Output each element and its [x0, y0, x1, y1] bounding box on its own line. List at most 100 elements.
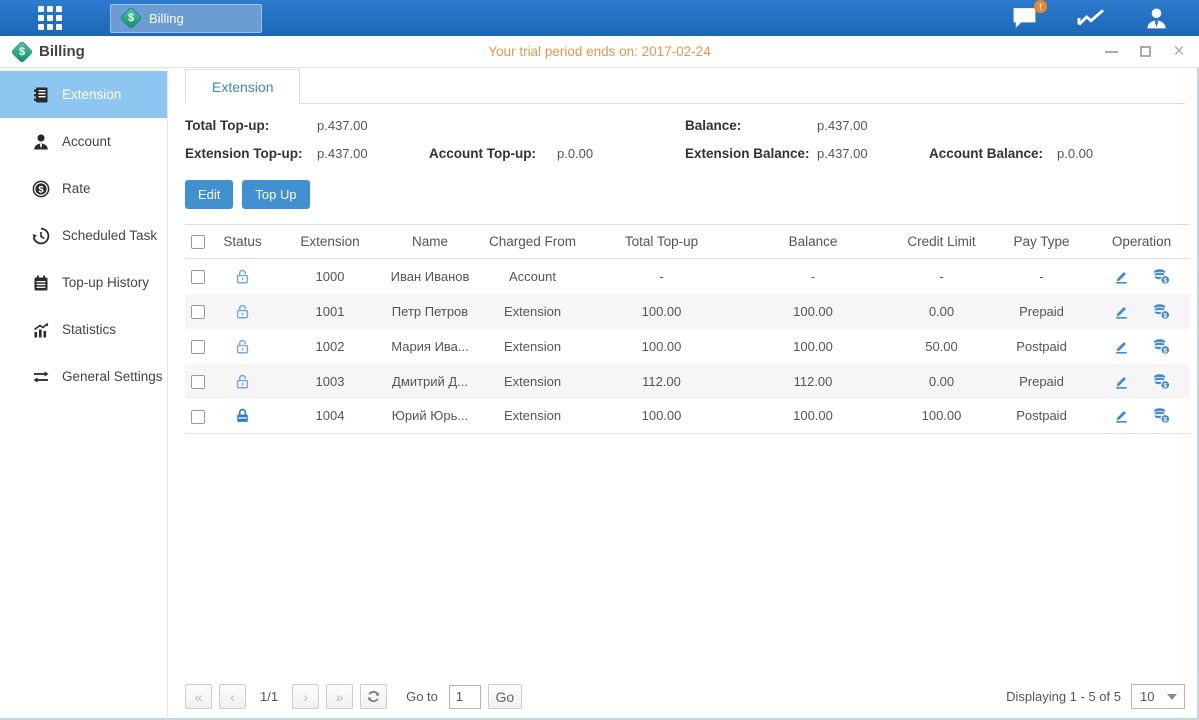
svg-text:$: $ [1163, 347, 1167, 354]
notification-badge: ! [1034, 0, 1047, 13]
first-page-button[interactable]: « [185, 684, 212, 709]
total-topup-label: Total Top-up: [185, 118, 317, 133]
scheduled-task-icon [31, 227, 50, 245]
refresh-icon[interactable] [360, 684, 387, 709]
lock-open-icon[interactable] [234, 268, 251, 285]
sidebar-item-statistics[interactable]: Statistics [0, 306, 167, 353]
lock-closed-icon[interactable] [234, 407, 251, 424]
sidebar-item-label: Statistics [62, 322, 116, 337]
cell-total-topup: - [590, 259, 733, 294]
top-up-button[interactable]: Top Up [242, 180, 309, 209]
svg-text:$: $ [1163, 382, 1167, 389]
edit-icon[interactable] [1113, 407, 1130, 424]
balance-label: Balance: [685, 118, 817, 133]
cell-extension: 1000 [275, 259, 385, 294]
column-header-charged-from: Charged From [475, 225, 590, 259]
cell-credit-limit: - [893, 259, 990, 294]
cell-balance: - [733, 259, 893, 294]
sidebar-item-label: Scheduled Task [62, 228, 157, 243]
lock-open-icon[interactable] [234, 303, 251, 320]
sidebar-item-extension[interactable]: Extension [0, 71, 167, 118]
close-button[interactable]: × [1171, 44, 1187, 60]
row-checkbox[interactable] [191, 375, 205, 389]
maximize-button[interactable] [1137, 44, 1153, 60]
row-checkbox[interactable] [191, 340, 205, 354]
billing-window-icon: $ [12, 42, 32, 62]
window-title: $ Billing [12, 42, 85, 62]
cell-pay-type: Postpaid [990, 399, 1093, 434]
lock-open-icon[interactable] [234, 373, 251, 390]
edit-icon[interactable] [1113, 338, 1130, 355]
prev-page-button[interactable]: ‹ [219, 684, 246, 709]
goto-page-input[interactable] [449, 685, 481, 709]
row-checkbox[interactable] [191, 305, 205, 319]
svg-text:$: $ [1163, 312, 1167, 319]
billing-window: $ Billing ! $ Billing Your trial period … [0, 0, 1199, 720]
go-button[interactable]: Go [488, 684, 522, 709]
cell-balance: 100.00 [733, 294, 893, 329]
cell-total-topup: 100.00 [590, 399, 733, 434]
extensions-table: StatusExtensionNameCharged FromTotal Top… [185, 224, 1190, 434]
cell-name: Дмитрий Д... [385, 364, 475, 399]
sidebar-item-account[interactable]: Account [0, 118, 167, 165]
user-account-icon[interactable] [1144, 6, 1169, 31]
tab-extension[interactable]: Extension [185, 69, 300, 104]
table-header-row: StatusExtensionNameCharged FromTotal Top… [185, 225, 1190, 259]
summary-topup: Total Top-up: p.437.00 Extension Top-up:… [185, 118, 685, 161]
operation-cell: $ [1093, 268, 1190, 285]
pagination-bar: « ‹ 1/1 › » Go to Go Displaying [185, 684, 1185, 720]
billing-app-icon: $ [121, 8, 141, 28]
svg-text:$: $ [1163, 277, 1167, 284]
edit-icon[interactable] [1113, 303, 1130, 320]
topup-icon[interactable]: $ [1152, 268, 1171, 285]
sidebar-item-top-up-history[interactable]: Top-up History [0, 259, 167, 306]
cell-extension: 1003 [275, 364, 385, 399]
topup-history-icon [31, 274, 50, 292]
balance-value: p.437.00 [817, 118, 929, 133]
statistics-chart-icon[interactable] [1076, 6, 1106, 30]
column-header-name: Name [385, 225, 475, 259]
summary-panel: Total Top-up: p.437.00 Extension Top-up:… [185, 118, 1185, 161]
column-header-total-top-up: Total Top-up [590, 225, 733, 259]
sidebar-item-label: Extension [62, 87, 121, 102]
cell-name: Петр Петров [385, 294, 475, 329]
table-row: 1002Мария Ива...Extension100.00100.0050.… [185, 329, 1190, 364]
row-checkbox[interactable] [191, 270, 205, 284]
sidebar-item-general-settings[interactable]: General Settings [0, 353, 167, 400]
select-all-checkbox[interactable] [191, 235, 205, 249]
next-page-button[interactable]: › [292, 684, 319, 709]
app-launcher-icon[interactable] [38, 6, 62, 30]
cell-charged-from: Extension [475, 329, 590, 364]
table-row: 1003Дмитрий Д...Extension112.00112.000.0… [185, 364, 1190, 399]
action-buttons: Edit Top Up [185, 180, 1185, 209]
taskbar-tab-label: Billing [149, 11, 184, 26]
taskbar-tab-billing[interactable]: $ Billing [110, 4, 262, 33]
edit-button[interactable]: Edit [185, 180, 233, 209]
edit-icon[interactable] [1113, 268, 1130, 285]
main-content: Extension Total Top-up: p.437.00 Extensi… [168, 68, 1199, 720]
messages-icon[interactable]: ! [1011, 6, 1038, 30]
topup-icon[interactable]: $ [1152, 373, 1171, 390]
trial-notice: Your trial period ends on: 2017-02-24 [488, 44, 710, 59]
total-topup-value: p.437.00 [317, 118, 429, 133]
page-size-select[interactable]: 10 [1131, 684, 1185, 709]
statistics-icon [31, 321, 50, 339]
minimize-button[interactable] [1103, 44, 1119, 60]
cell-name: Иван Иванов [385, 259, 475, 294]
edit-icon[interactable] [1113, 373, 1130, 390]
sidebar-item-scheduled-task[interactable]: Scheduled Task [0, 212, 167, 259]
sidebar-item-rate[interactable]: $Rate [0, 165, 167, 212]
last-page-button[interactable]: » [326, 684, 353, 709]
topup-icon[interactable]: $ [1152, 338, 1171, 355]
cell-total-topup: 112.00 [590, 364, 733, 399]
cell-pay-type: - [990, 259, 1093, 294]
svg-text:$: $ [1163, 417, 1167, 424]
extension-topup-value: p.437.00 [317, 146, 429, 161]
cell-pay-type: Prepaid [990, 294, 1093, 329]
window-controls: × [1103, 44, 1187, 60]
row-checkbox[interactable] [191, 410, 205, 424]
table-row: 1000Иван ИвановAccount----$ [185, 259, 1190, 294]
lock-open-icon[interactable] [234, 338, 251, 355]
topup-icon[interactable]: $ [1152, 303, 1171, 320]
topup-icon[interactable]: $ [1152, 407, 1171, 424]
